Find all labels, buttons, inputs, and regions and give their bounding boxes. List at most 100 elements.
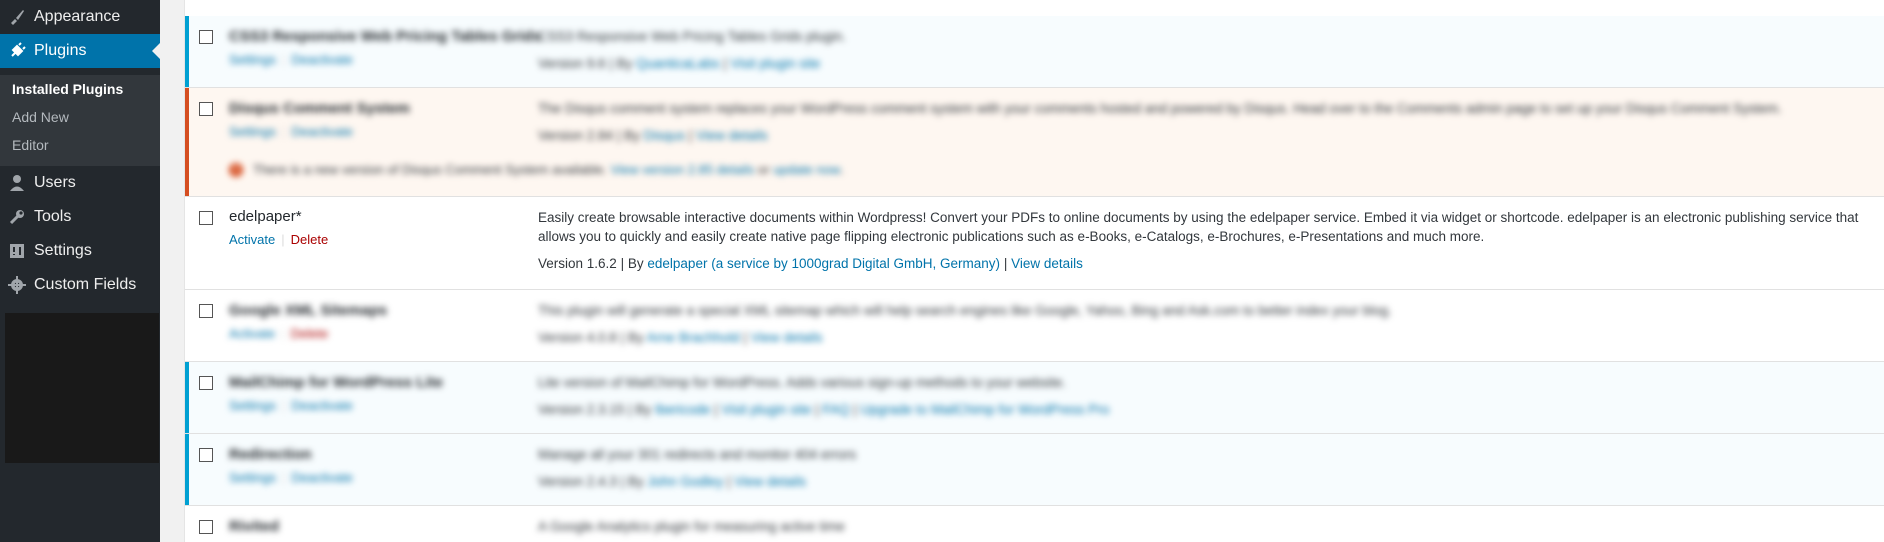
activate-link[interactable]: Activate (229, 326, 275, 341)
submenu-add-new[interactable]: Add New (12, 109, 69, 125)
plugin-checkbox[interactable] (199, 211, 213, 225)
author-link[interactable]: Disqus (644, 128, 685, 143)
settings-icon (0, 242, 34, 260)
author-link[interactable]: QuanticaLabs (636, 56, 719, 71)
by-label: By (635, 402, 652, 417)
plugin-checkbox[interactable] (199, 30, 213, 44)
update-notice: ! There is a new version of Disqus Comme… (229, 162, 844, 177)
menu-item-plugins[interactable]: Plugins (0, 34, 160, 68)
plugin-checkbox[interactable] (199, 102, 213, 116)
plugin-version: Version 4.0.8 (538, 330, 617, 345)
plugin-checkbox[interactable] (199, 376, 213, 390)
menu-label: Appearance (34, 8, 121, 25)
row-actions: Settings | Deactivate (229, 124, 353, 139)
separator: | (726, 474, 731, 489)
plugin-meta: Version 4.0.8 | By Arne Brachhold | View… (538, 330, 823, 345)
plugin-meta: Version 9.6 | By QuanticaLabs | Visit pl… (538, 56, 820, 71)
view-details-link[interactable]: View details (1011, 256, 1083, 271)
separator: | (815, 402, 819, 417)
plugin-site-link[interactable]: Visit plugin site (722, 402, 812, 417)
separator: | (620, 330, 625, 345)
upgrade-link[interactable]: Upgrade to MailChimp for WordPress Pro (860, 402, 1109, 417)
plugin-version: Version 2.84 (538, 128, 614, 143)
menu-item-users[interactable]: Users (0, 166, 160, 200)
author-link[interactable]: edelpaper (a service by 1000grad Digital… (647, 256, 1000, 271)
deactivate-link[interactable]: Deactivate (291, 470, 352, 485)
menu-label: Settings (34, 242, 92, 259)
by-label: By (627, 474, 644, 489)
author-link[interactable]: John Godley (647, 474, 723, 489)
plugin-row: Redirection Settings | Deactivate Manage a… (185, 434, 1884, 506)
separator: | (281, 52, 286, 67)
plugin-meta: Version 2.84 | By Disqus | View details (538, 128, 768, 143)
row-actions: Settings | Deactivate (229, 398, 353, 413)
plugin-version: Version 9.6 (538, 56, 606, 71)
by-label: By (624, 128, 640, 143)
plugin-row: Disqus Comment System Settings | Deactivat… (185, 88, 1884, 197)
deactivate-link[interactable]: Deactivate (291, 52, 352, 67)
users-icon (0, 174, 34, 192)
author-link[interactable]: Arne Brachhold (647, 330, 740, 345)
plugin-site-link[interactable]: Visit plugin site (730, 56, 820, 71)
plugin-description: This plugin will generate a special XML … (538, 303, 1392, 318)
update-notice-text: There is a new version of Disqus Comment… (253, 162, 608, 177)
menu-item-tools[interactable]: Tools (0, 200, 160, 234)
view-version-details-link[interactable]: View version 2.85 details (611, 162, 755, 177)
settings-link[interactable]: Settings (229, 470, 276, 485)
plugin-version: Version 2.3.15 (538, 402, 625, 417)
plugins-table: CSS3 Responsive Web Pricing Tables Grids… (184, 0, 1884, 542)
row-actions: Settings | Deactivate (229, 52, 353, 67)
view-details-link[interactable]: View details (734, 474, 806, 489)
separator: | (620, 474, 625, 489)
menu-item-appearance[interactable]: Appearance (0, 0, 160, 34)
separator: | (688, 128, 693, 143)
admin-sidebar: Appearance Plugins Installed Plugins Add… (0, 0, 160, 542)
plugin-description: Lite version of MailChimp for WordPress.… (538, 375, 1066, 390)
author-link[interactable]: Ibericode (655, 402, 711, 417)
view-details-link[interactable]: View details (751, 330, 823, 345)
notice-period: . (840, 162, 844, 177)
plugin-row: Rivited A Google Analytics plugin for me… (185, 506, 1884, 542)
plugin-name: edelpaper* (229, 208, 302, 225)
separator: | (714, 402, 718, 417)
menu-item-settings[interactable]: Settings (0, 234, 160, 268)
separator: | (281, 470, 286, 485)
view-details-link[interactable]: View details (696, 128, 768, 143)
plugin-description: CSS3 Responsive Web Pricing Tables Grids… (538, 29, 846, 44)
delete-link[interactable]: Delete (291, 326, 329, 341)
gear-icon (0, 276, 34, 294)
plugin-name: CSS3 Responsive Web Pricing Tables Grids (229, 28, 542, 45)
plugin-checkbox[interactable] (199, 448, 213, 462)
plugin-version: Version 2.4.3 (538, 474, 617, 489)
separator: | (609, 56, 613, 71)
menu-label: Custom Fields (34, 276, 137, 293)
plugin-description: A Google Analytics plugin for measuring … (538, 519, 845, 534)
by-label: By (627, 256, 644, 271)
separator: | (743, 330, 747, 345)
plugin-checkbox[interactable] (199, 520, 213, 534)
menu-item-custom-fields[interactable]: Custom Fields (0, 268, 160, 302)
plugin-description: Manage all your 301 redirects and monito… (538, 447, 857, 462)
menu-label: Tools (34, 208, 72, 225)
deactivate-link[interactable]: Deactivate (291, 398, 352, 413)
plugin-row-edelpaper: edelpaper* Activate | Delete Easily create… (185, 197, 1884, 290)
settings-link[interactable]: Settings (229, 124, 276, 139)
update-now-link[interactable]: update now (773, 162, 840, 177)
delete-link[interactable]: Delete (291, 232, 329, 247)
settings-link[interactable]: Settings (229, 398, 276, 413)
settings-link[interactable]: Settings (229, 52, 276, 67)
plugin-meta: Version 1.6.2 | By edelpaper (a service … (538, 256, 1083, 271)
separator: | (628, 402, 632, 417)
notice-or: or (757, 162, 770, 177)
separator: | (853, 402, 857, 417)
plugin-checkbox[interactable] (199, 304, 213, 318)
deactivate-link[interactable]: Deactivate (291, 124, 352, 139)
submenu-installed-plugins[interactable]: Installed Plugins (12, 81, 123, 97)
active-arrow (152, 43, 160, 59)
faq-link[interactable]: FAQ (822, 402, 849, 417)
separator: | (1003, 256, 1008, 271)
activate-link[interactable]: Activate (229, 232, 275, 247)
submenu-editor[interactable]: Editor (12, 137, 49, 153)
menu-label: Users (34, 174, 76, 191)
plugin-name: Redirection (229, 446, 312, 463)
